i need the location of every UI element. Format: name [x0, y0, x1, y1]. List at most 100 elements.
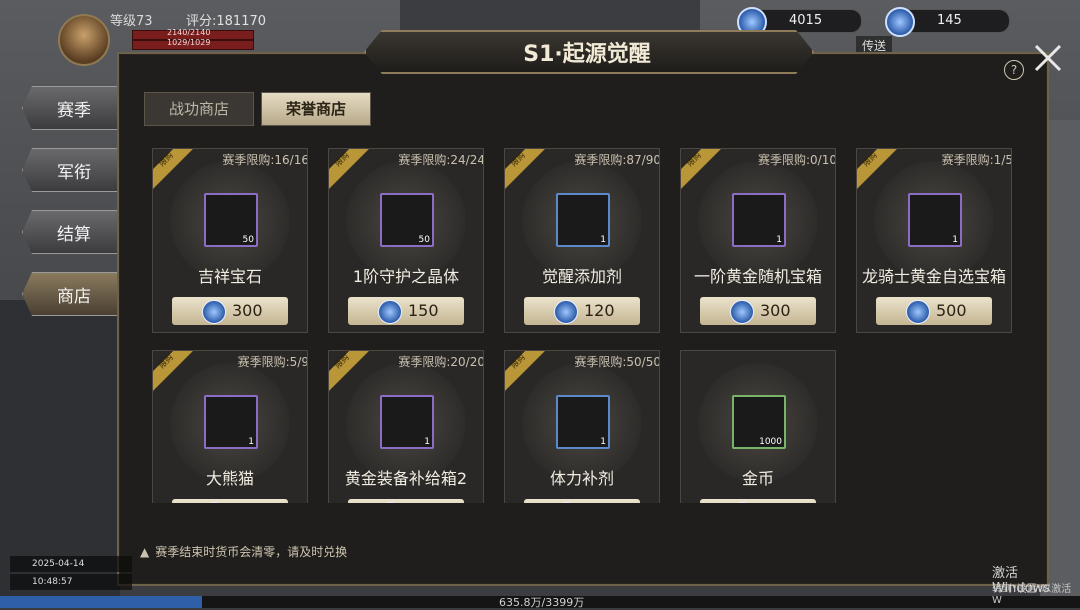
player-avatar[interactable] — [58, 14, 110, 66]
item-count: 1 — [424, 437, 430, 447]
tab-merit-shop[interactable]: 战功商店 — [144, 92, 254, 126]
item-name: 金币 — [741, 469, 774, 488]
purchase-limit: 赛季限购:50/50 — [574, 355, 660, 369]
awaken-orb-icon: 1 — [556, 193, 610, 247]
mystery-box-icon: 1 — [732, 193, 786, 247]
price-value: 120 — [584, 301, 615, 320]
menu-shop[interactable]: 商店 — [22, 272, 122, 316]
purchase-limit: 赛季限购:87/90 — [574, 153, 660, 167]
shop-item-card[interactable]: 限购 赛季限购:87/90 1 觉醒添加剂 120 — [504, 148, 660, 333]
menu-rank[interactable]: 军衔 — [22, 148, 122, 192]
item-count: 1000 — [759, 437, 782, 447]
shop-item-card[interactable]: 1000 金币 — [680, 350, 836, 503]
price-gem-icon — [730, 300, 754, 324]
currency-gem[interactable]: 145 — [885, 7, 1010, 37]
item-count: 1 — [600, 235, 606, 245]
potion-icon: 1 — [556, 395, 610, 449]
shop-item-card[interactable]: 限购 赛季限购:20/20 1 黄金装备补给箱2 — [328, 350, 484, 503]
buy-button[interactable]: 300 — [172, 297, 288, 325]
player-level: 等级73 — [110, 14, 153, 29]
item-name: 吉祥宝石 — [197, 267, 262, 286]
menu-label: 商店 — [57, 287, 91, 307]
price-gem-icon — [202, 502, 226, 503]
treasure-chest-icon: 1 — [380, 395, 434, 449]
item-name: 龙骑士黄金自选宝箱 — [861, 267, 1006, 286]
purchase-limit: 赛季限购:1/5 — [941, 153, 1012, 167]
menu-label: 赛季 — [57, 101, 91, 121]
currency-diamond-value: 4015 — [789, 13, 823, 28]
experience-fill — [0, 596, 202, 608]
panda-icon: 1 — [204, 395, 258, 449]
buy-button[interactable] — [348, 499, 464, 503]
item-count: 1 — [600, 437, 606, 447]
item-count: 1 — [776, 235, 782, 245]
shop-item-card[interactable]: 限购 赛季限购:1/5 1 龙骑士黄金自选宝箱 500 — [856, 148, 1012, 333]
windows-activation-hint: 转到"设置"以激活 W — [992, 584, 1072, 606]
date-display: 2025-04-14 — [10, 556, 132, 572]
shop-item-card[interactable]: 限购 赛季限购:24/24 50 1阶守护之晶体 150 — [328, 148, 484, 333]
experience-bar: 635.8万/3399万 — [0, 596, 1080, 609]
buy-button[interactable]: 300 — [700, 297, 816, 325]
item-count: 50 — [242, 235, 254, 245]
tab-honor-shop[interactable]: 荣誉商店 — [261, 92, 371, 126]
price-gem-icon — [554, 502, 578, 503]
price-gem-icon — [906, 300, 930, 324]
price-gem-icon — [202, 300, 226, 324]
buy-button[interactable] — [524, 499, 640, 503]
price-gem-icon — [378, 502, 402, 503]
price-gem-icon — [378, 300, 402, 324]
purchase-limit: 赛季限购:24/24 — [398, 153, 484, 167]
buy-button[interactable]: 120 — [524, 297, 640, 325]
purchase-limit: 赛季限购:20/20 — [398, 355, 484, 369]
purchase-limit: 赛季限购:5/9 — [237, 355, 308, 369]
hp-text: 2140/2140 — [167, 28, 211, 37]
currency-gem-value: 145 — [937, 13, 962, 28]
currency-diamond[interactable]: 4015 — [737, 7, 862, 37]
shop-item-card[interactable]: 限购 赛季限购:16/16 50 吉祥宝石 300 — [152, 148, 308, 333]
purchase-limit: 赛季限购:0/10 — [758, 153, 836, 167]
time-display: 10:48:57 — [10, 574, 132, 590]
currency-reset-notice: ▲ 赛季结束时货币会清零，请及时兑换 — [140, 543, 347, 560]
crystal-icon: 50 — [380, 193, 434, 247]
buy-button[interactable] — [172, 499, 288, 503]
mp-text: 1029/1029 — [167, 38, 211, 47]
gem-currency-icon — [885, 7, 915, 37]
buy-button[interactable]: 150 — [348, 297, 464, 325]
item-name: 一阶黄金随机宝箱 — [693, 267, 822, 286]
item-name: 体力补剂 — [549, 469, 614, 488]
player-score: 评分:181170 — [186, 14, 267, 29]
shop-item-card[interactable]: 限购 赛季限购:5/9 1 大熊猫 — [152, 350, 308, 503]
menu-label: 结算 — [57, 225, 91, 245]
item-name: 1阶守护之晶体 — [352, 267, 460, 286]
panel-title: S1·起源觉醒 — [523, 42, 651, 67]
price-value: 300 — [760, 301, 791, 320]
price-value: 500 — [936, 301, 967, 320]
item-count: 50 — [418, 235, 430, 245]
help-icon[interactable]: ? — [1004, 60, 1024, 80]
item-name: 觉醒添加剂 — [541, 267, 622, 286]
item-count: 1 — [248, 437, 254, 447]
item-grid: 限购 赛季限购:16/16 50 吉祥宝石 300 限购 赛季限购:24/24 … — [152, 148, 1012, 503]
gold-coin-icon: 1000 — [732, 395, 786, 449]
menu-label: 军衔 — [57, 163, 91, 183]
player-mp-bar: 1029/1029 — [132, 38, 254, 50]
notice-text: 赛季结束时货币会清零，请及时兑换 — [155, 545, 348, 559]
menu-season[interactable]: 赛季 — [22, 86, 122, 130]
dragon-chest-icon: 1 — [908, 193, 962, 247]
price-value: 150 — [408, 301, 439, 320]
item-name: 大熊猫 — [205, 469, 254, 488]
buy-button[interactable]: 500 — [876, 297, 992, 325]
price-value: 300 — [232, 301, 263, 320]
price-gem-icon — [554, 300, 578, 324]
buy-button[interactable] — [700, 499, 816, 503]
fire-gem-icon: 50 — [204, 193, 258, 247]
close-icon[interactable] — [1030, 40, 1066, 76]
shop-item-card[interactable]: 限购 赛季限购:50/50 1 体力补剂 — [504, 350, 660, 503]
item-count: 1 — [952, 235, 958, 245]
purchase-limit: 赛季限购:16/16 — [222, 153, 308, 167]
shop-item-card[interactable]: 限购 赛季限购:0/10 1 一阶黄金随机宝箱 300 — [680, 148, 836, 333]
menu-settlement[interactable]: 结算 — [22, 210, 122, 254]
price-gem-icon — [730, 502, 754, 503]
warning-icon: ▲ — [140, 545, 150, 559]
item-name: 黄金装备补给箱2 — [344, 469, 468, 488]
